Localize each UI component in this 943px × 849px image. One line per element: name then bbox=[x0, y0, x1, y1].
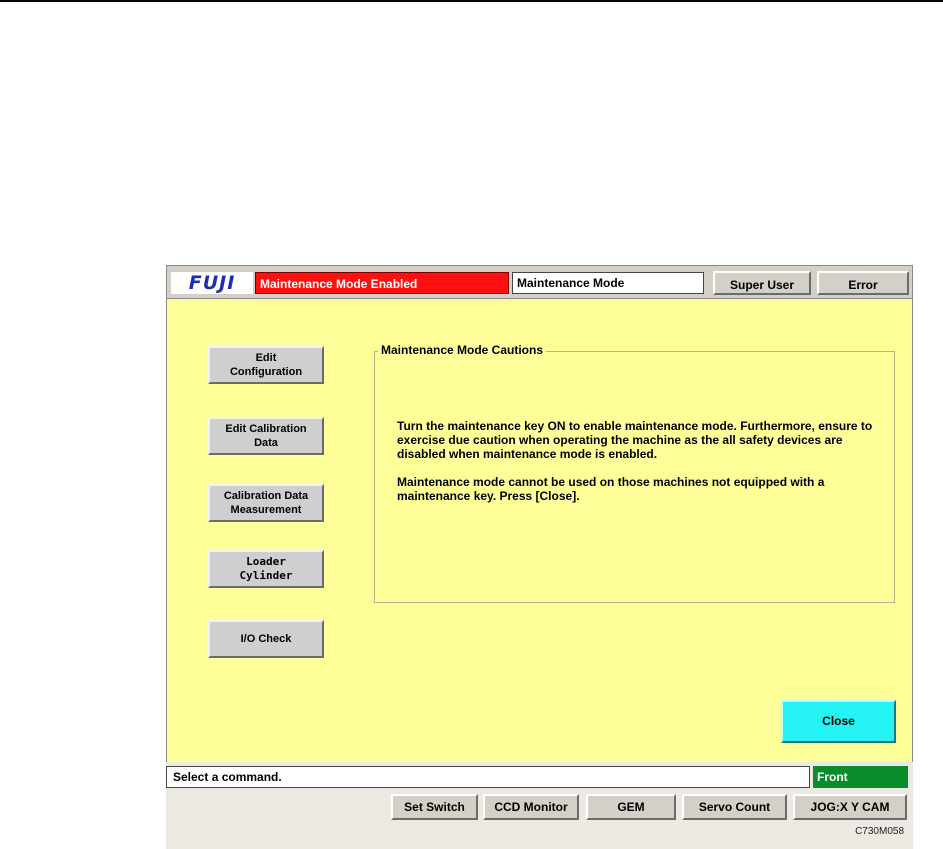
front-indicator: Front bbox=[813, 766, 908, 788]
cautions-text: Turn the maintenance key ON to enable ma… bbox=[397, 419, 877, 517]
jog-xy-cam-button[interactable]: JOG:X Y CAM bbox=[793, 794, 907, 820]
main-panel: Edit Configuration Edit Calibration Data… bbox=[166, 299, 913, 762]
cautions-groupbox: Maintenance Mode Cautions Turn the maint… bbox=[374, 343, 895, 603]
maintenance-screen: FUJI Maintenance Mode Enabled Maintenanc… bbox=[166, 265, 913, 849]
edit-configuration-button[interactable]: Edit Configuration bbox=[208, 346, 324, 384]
caution-paragraph: Maintenance mode cannot be used on those… bbox=[397, 475, 825, 503]
status-message: Select a command. bbox=[166, 766, 810, 788]
image-code: C730M058 bbox=[855, 826, 904, 837]
loader-cylinder-button[interactable]: Loader Cylinder bbox=[208, 550, 324, 588]
header-bar: FUJI Maintenance Mode Enabled Maintenanc… bbox=[166, 265, 913, 299]
mode-banner: Maintenance Mode Enabled bbox=[255, 272, 509, 294]
calibration-data-measurement-button[interactable]: Calibration Data Measurement bbox=[208, 484, 324, 522]
set-switch-button[interactable]: Set Switch bbox=[391, 794, 478, 820]
cautions-title: Maintenance Mode Cautions bbox=[378, 343, 547, 357]
super-user-button[interactable]: Super User bbox=[713, 271, 811, 295]
mode-field: Maintenance Mode bbox=[512, 272, 704, 294]
servo-count-button[interactable]: Servo Count bbox=[682, 794, 787, 820]
fuji-logo: FUJI bbox=[171, 272, 253, 294]
gem-button[interactable]: GEM bbox=[586, 794, 676, 820]
caution-paragraph: Turn the maintenance key ON to enable ma… bbox=[397, 419, 873, 461]
top-rule bbox=[0, 0, 943, 2]
edit-calibration-data-button[interactable]: Edit Calibration Data bbox=[208, 417, 324, 455]
io-check-button[interactable]: I/O Check bbox=[208, 620, 324, 658]
close-button[interactable]: Close bbox=[781, 700, 896, 743]
ccd-monitor-button[interactable]: CCD Monitor bbox=[483, 794, 579, 820]
error-button[interactable]: Error bbox=[817, 271, 909, 295]
